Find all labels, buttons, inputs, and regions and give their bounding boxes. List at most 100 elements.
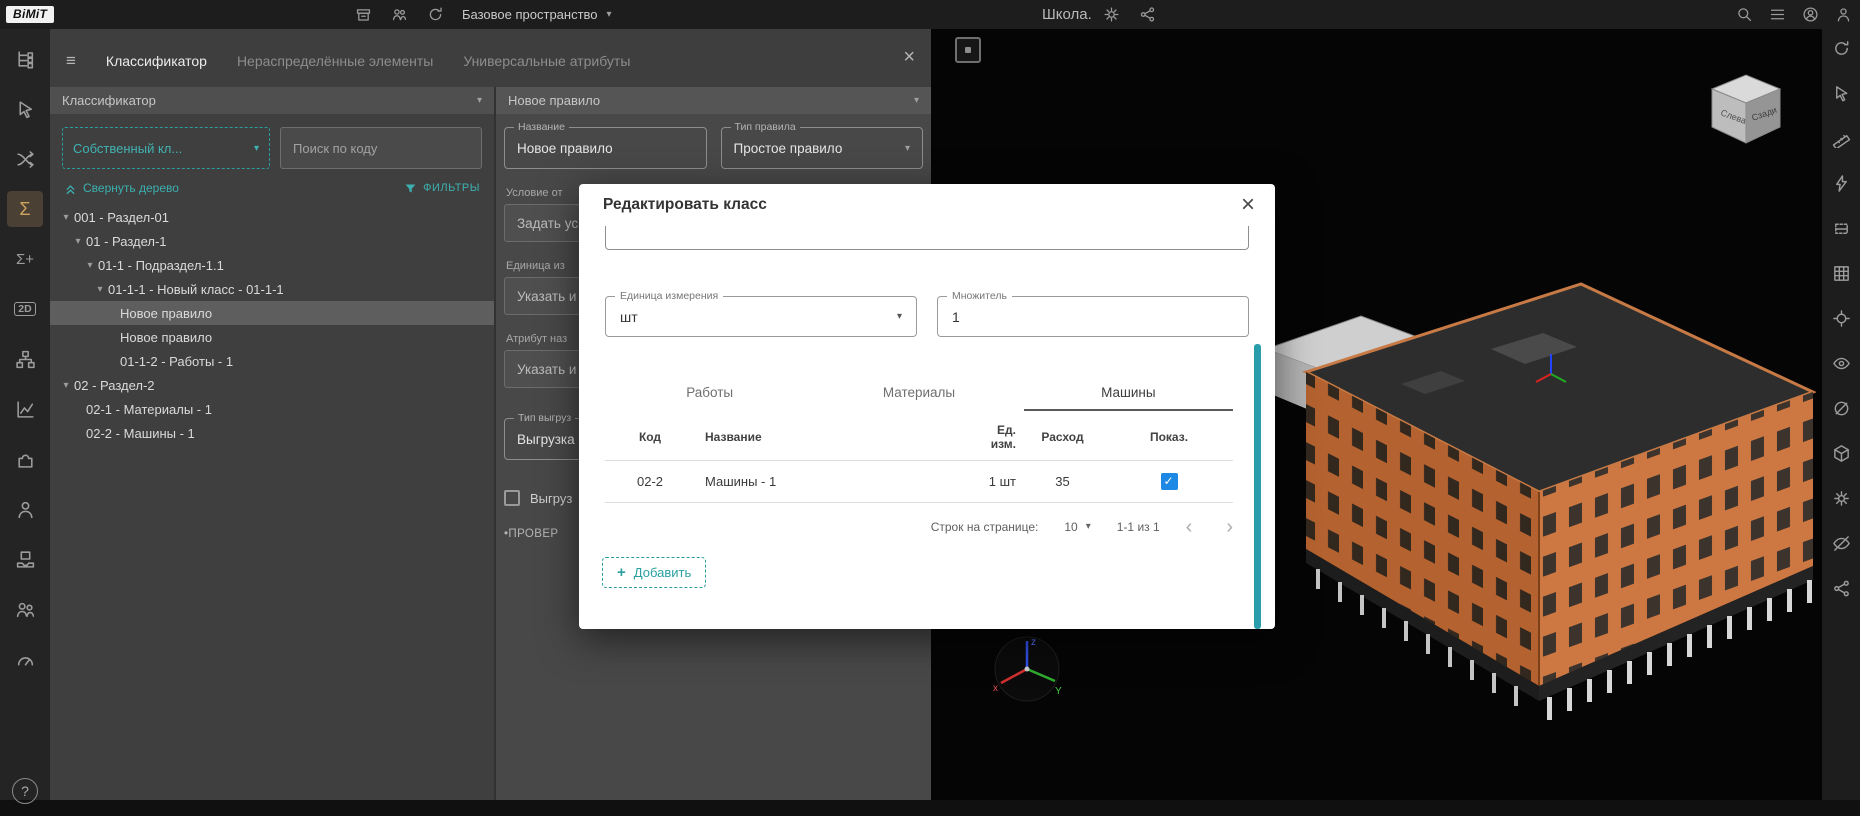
team-icon[interactable] bbox=[388, 4, 410, 26]
tree-item[interactable]: ▾01-1-1 - Новый класс - 01-1-1 bbox=[50, 277, 494, 301]
close-icon[interactable]: × bbox=[1241, 193, 1255, 217]
modal-header: Редактировать класс × bbox=[579, 184, 1275, 226]
rows-per-page-label: Строк на странице: bbox=[931, 520, 1039, 534]
tab-classifier[interactable]: Классификатор bbox=[106, 53, 207, 69]
settings-gear-icon[interactable] bbox=[1826, 483, 1856, 513]
select-cursor-icon[interactable] bbox=[1826, 78, 1856, 108]
modal-title: Редактировать класс bbox=[603, 196, 767, 214]
prev-page-icon[interactable]: ‹ bbox=[1186, 517, 1193, 537]
view-2d-icon[interactable]: 2D bbox=[7, 291, 43, 327]
axis-gizmo: z x Y bbox=[989, 631, 1065, 712]
close-icon[interactable]: × bbox=[903, 47, 915, 67]
select-elements-icon[interactable] bbox=[7, 91, 43, 127]
tree-item[interactable]: ▾01-1 - Подраздел-1.1 bbox=[50, 253, 494, 277]
classifier-column: Классификатор ▾ Собственный кл... ▾ Свер… bbox=[50, 87, 496, 800]
plus-icon: + bbox=[617, 564, 626, 581]
tree-item[interactable]: Новое правило bbox=[50, 325, 494, 349]
collapse-tree-button[interactable]: Свернуть дерево bbox=[64, 181, 179, 195]
tree-expand-icon[interactable]: ▾ bbox=[92, 284, 108, 295]
tree-item[interactable]: ▾001 - Раздел-01 bbox=[50, 205, 494, 229]
share-icon[interactable] bbox=[1136, 4, 1158, 26]
modal-scrollbar[interactable] bbox=[1254, 344, 1261, 629]
tree-expand-icon[interactable]: ▾ bbox=[58, 212, 74, 223]
section-box-icon[interactable] bbox=[1826, 213, 1856, 243]
structure-icon[interactable] bbox=[7, 341, 43, 377]
machines-table: Код Название Ед. изм. Расход Показ. 02-2… bbox=[605, 411, 1233, 503]
eye-icon[interactable] bbox=[1826, 348, 1856, 378]
archive-box-icon[interactable] bbox=[352, 4, 374, 26]
cube-view-icon[interactable] bbox=[1826, 438, 1856, 468]
export-tray-icon[interactable] bbox=[7, 541, 43, 577]
sigma-plus-icon[interactable]: Σ+ bbox=[7, 241, 43, 277]
region-select-icon[interactable] bbox=[955, 37, 981, 63]
chevron-down-icon: ▾ bbox=[1086, 521, 1091, 532]
workspace-selector[interactable]: Базовое пространство ▾ bbox=[462, 7, 612, 22]
modal-tabs: Работы Материалы Машины bbox=[605, 385, 1233, 411]
measure-icon[interactable] bbox=[1826, 123, 1856, 153]
dashboard-gauge-icon[interactable] bbox=[7, 641, 43, 677]
tab-materials[interactable]: Материалы bbox=[814, 385, 1023, 411]
multiplier-field[interactable]: Множитель 1 bbox=[937, 296, 1249, 337]
lightning-icon[interactable] bbox=[1826, 168, 1856, 198]
grid-icon[interactable] bbox=[1826, 258, 1856, 288]
search-icon[interactable] bbox=[1733, 4, 1755, 26]
tree-item[interactable]: ▾02 - Раздел-2 bbox=[50, 373, 494, 397]
tab-unassigned-elements[interactable]: Нераспределённые элементы bbox=[237, 53, 433, 69]
add-row-button[interactable]: + Добавить bbox=[602, 557, 706, 588]
next-page-icon[interactable]: › bbox=[1226, 517, 1233, 537]
sync-icon[interactable] bbox=[424, 4, 446, 26]
rule-section-header[interactable]: Новое правило ▾ bbox=[496, 87, 931, 114]
tree-expand-icon[interactable]: ▾ bbox=[82, 260, 98, 271]
export-checkbox[interactable] bbox=[504, 490, 520, 506]
tab-universal-attributes[interactable]: Универсальные атрибуты bbox=[463, 53, 630, 69]
rows-per-page-select[interactable]: 10 ▾ bbox=[1064, 520, 1090, 534]
plugins-icon[interactable] bbox=[7, 441, 43, 477]
classifier-select[interactable]: Собственный кл... ▾ bbox=[62, 127, 270, 169]
tree-item[interactable]: ▾01 - Раздел-1 bbox=[50, 229, 494, 253]
classifier-sigma-icon[interactable]: Σ bbox=[7, 191, 43, 227]
charts-icon[interactable] bbox=[7, 391, 43, 427]
code-search-input[interactable] bbox=[280, 127, 482, 169]
help-icon[interactable]: ? bbox=[12, 778, 38, 804]
rotate-view-icon[interactable] bbox=[1826, 33, 1856, 63]
table-header-row: Код Название Ед. изм. Расход Показ. bbox=[605, 411, 1233, 461]
topbar-right-icons bbox=[1733, 4, 1854, 26]
chevron-down-icon: ▾ bbox=[477, 95, 482, 106]
col-consumption: Расход bbox=[1020, 430, 1105, 444]
axis-x-label: x bbox=[993, 683, 998, 694]
panel-menu-icon[interactable]: ≡ bbox=[66, 51, 76, 71]
tree-expand-icon[interactable]: ▾ bbox=[70, 236, 86, 247]
tree-item[interactable]: 02-1 - Материалы - 1 bbox=[50, 397, 494, 421]
pagination-range: 1-1 из 1 bbox=[1117, 520, 1160, 534]
menu-list-icon[interactable] bbox=[1766, 4, 1788, 26]
show-checkbox-checked[interactable] bbox=[1161, 473, 1178, 490]
center-focus-icon[interactable] bbox=[1826, 303, 1856, 333]
name-textarea-partial[interactable] bbox=[605, 226, 1249, 250]
tab-works[interactable]: Работы bbox=[605, 385, 814, 411]
col-name: Название bbox=[695, 430, 925, 444]
connections-icon[interactable] bbox=[7, 141, 43, 177]
clip-plane-icon[interactable] bbox=[1826, 393, 1856, 423]
chevron-down-icon: ▾ bbox=[905, 143, 910, 154]
profile-icon[interactable] bbox=[1832, 4, 1854, 26]
avatar-icon[interactable] bbox=[1799, 4, 1821, 26]
tree-item[interactable]: 02-2 - Машины - 1 bbox=[50, 421, 494, 445]
tree-expand-icon[interactable]: ▾ bbox=[58, 380, 74, 391]
rule-type-select[interactable]: Тип правила Простое правило▾ bbox=[721, 127, 924, 169]
navigation-cube[interactable]: Слева Сзади bbox=[1700, 65, 1792, 158]
table-row[interactable]: 02-2 Машины - 1 1 шт 35 bbox=[605, 461, 1233, 503]
share-view-icon[interactable] bbox=[1826, 573, 1856, 603]
tree-item-selected[interactable]: Новое правило bbox=[50, 301, 494, 325]
filters-button[interactable]: ФИЛЬТРЫ bbox=[404, 182, 480, 195]
tree-item[interactable]: 01-1-2 - Работы - 1 bbox=[50, 349, 494, 373]
collaboration-icon[interactable] bbox=[7, 591, 43, 627]
gear-icon[interactable] bbox=[1100, 4, 1122, 26]
hide-elements-icon[interactable] bbox=[1826, 528, 1856, 558]
model-tree-icon[interactable] bbox=[7, 41, 43, 77]
person-icon[interactable] bbox=[7, 491, 43, 527]
classifier-section-header[interactable]: Классификатор ▾ bbox=[50, 87, 494, 114]
rule-name-field[interactable]: Название Новое правило bbox=[504, 127, 707, 169]
unit-of-measure-select[interactable]: Единица измерения шт▾ bbox=[605, 296, 917, 337]
topbar-left-icons bbox=[352, 4, 446, 26]
tab-machines[interactable]: Машины bbox=[1024, 385, 1233, 411]
